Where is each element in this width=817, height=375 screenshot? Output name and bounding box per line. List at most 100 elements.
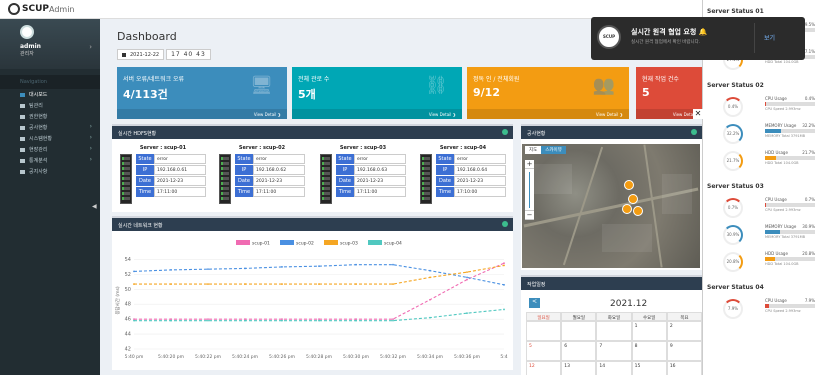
map-marker[interactable] xyxy=(628,194,638,204)
view-detail-link[interactable]: View Detail ❯ xyxy=(467,109,629,119)
refresh-icon[interactable] xyxy=(502,129,508,135)
sidebar-item-8[interactable]: 공지사항 xyxy=(0,166,100,177)
date-field[interactable]: 2021-12-22 xyxy=(117,49,165,60)
refresh-icon[interactable] xyxy=(502,221,508,227)
satellite-map[interactable] xyxy=(522,144,700,268)
legend-label[interactable]: scup-03 xyxy=(340,241,358,247)
map-marker[interactable] xyxy=(624,180,634,190)
data-point xyxy=(355,283,357,285)
calendar-day[interactable]: 2 xyxy=(666,321,703,341)
data-point xyxy=(133,319,135,322)
server-date-value: 2021-12-23 xyxy=(154,176,206,186)
legend-swatch[interactable] xyxy=(236,240,250,245)
server-key-state: State xyxy=(436,154,454,164)
calendar-day[interactable] xyxy=(526,321,562,341)
server-date-value: 2021-12-23 xyxy=(354,176,406,186)
server-key-time: Time xyxy=(436,187,454,197)
server-status-title: Server Status 03 xyxy=(707,183,764,190)
sidebar-toggle-icon[interactable]: ◀ xyxy=(92,203,97,210)
y-axis-label: 응답시간 (ms) xyxy=(114,286,121,314)
refresh-icon[interactable] xyxy=(691,129,697,135)
data-point xyxy=(466,276,468,279)
usage-gauge: 30.9% xyxy=(723,225,743,245)
app-logo[interactable]: SCUP Admin xyxy=(8,3,75,15)
sidebar-item-2[interactable]: 팀관리 xyxy=(0,100,100,111)
data-point xyxy=(244,267,246,270)
close-icon[interactable]: ✕ xyxy=(693,109,703,119)
legend-label[interactable]: scup-04 xyxy=(384,241,402,247)
server-status-title: Server Status 04 xyxy=(707,284,764,291)
sidebar-item-6[interactable]: 현장관리 › xyxy=(0,144,100,155)
calendar-day[interactable]: 1 xyxy=(631,321,667,341)
view-detail-link[interactable]: View Detail ❯ xyxy=(117,109,287,119)
sidebar-item-4[interactable]: 공사현황 › xyxy=(0,122,100,133)
sidebar-item-5[interactable]: 시스템현황 › xyxy=(0,133,100,144)
data-point xyxy=(133,283,135,285)
usage-sub: MEMORY Total 3791MB xyxy=(765,134,806,138)
stat-value: 5개 xyxy=(298,88,316,101)
stat-card-1: 서버 오류/네트워크 오류 4/113건 🖥 View Detail ❯ xyxy=(117,67,287,119)
usage-bar xyxy=(765,230,815,234)
calendar-day[interactable]: 15 xyxy=(631,361,667,375)
usage-gauge: 32.2% xyxy=(723,124,743,144)
calendar-day[interactable]: 13 xyxy=(561,361,597,375)
server-name: Server : scup-04 xyxy=(439,145,487,151)
map-marker[interactable] xyxy=(633,206,643,216)
usage-sub: HDD Total 104.0GB xyxy=(765,262,799,266)
stat-label: 전체 관로 수 xyxy=(298,76,330,83)
server-ip-value: 192.168.0.64 xyxy=(454,165,506,175)
sidebar-item-1[interactable]: 대시보드 xyxy=(0,89,100,100)
y-tick-label: 52 xyxy=(125,272,131,278)
calendar-day[interactable]: 6 xyxy=(561,341,597,361)
calendar-day[interactable]: 7 xyxy=(596,341,632,361)
server-status-title: Server Status 01 xyxy=(707,8,764,15)
server-time-value: 17:11:00 xyxy=(253,187,305,197)
calendar-day[interactable] xyxy=(596,321,632,341)
calendar-prev-button[interactable]: < xyxy=(529,298,540,308)
map-type-map-button[interactable]: 지도 xyxy=(525,146,542,154)
server-key-state: State xyxy=(336,154,354,164)
chevron-right-icon: › xyxy=(89,123,92,130)
menu-item-icon xyxy=(20,103,25,108)
user-panel[interactable]: admin 관리자 › xyxy=(0,19,100,69)
usage-gauge: 20.8% xyxy=(723,252,743,272)
sidebar-item-3[interactable]: 권한현황 xyxy=(0,111,100,122)
clock-display: 17 40 43 xyxy=(166,49,211,60)
menu-item-icon xyxy=(20,136,25,141)
bell-icon: 🔔 xyxy=(698,28,708,36)
zoom-in-button[interactable]: + xyxy=(525,160,534,169)
zoom-out-button[interactable]: − xyxy=(525,211,534,220)
view-button[interactable]: 보기 xyxy=(764,33,775,42)
view-detail-link[interactable]: View Detail ❯ xyxy=(292,109,462,119)
x-tick-label: 5:40:34 pm xyxy=(417,354,443,360)
stat-card-3: 정독 인 / 전체회원 9/12 👥 View Detail ❯ xyxy=(467,67,629,119)
calendar-day[interactable] xyxy=(561,321,597,341)
legend-swatch[interactable] xyxy=(324,240,338,245)
data-point xyxy=(207,319,209,322)
calendar-day[interactable]: 14 xyxy=(596,361,632,375)
map-type-sky-button[interactable]: 스카이뷰 xyxy=(541,146,566,154)
sidebar-item-7[interactable]: 통계분석 › xyxy=(0,155,100,166)
usage-label: CPU Usage 0.7% xyxy=(765,197,815,202)
calendar-day[interactable]: 5 xyxy=(526,341,562,361)
legend-swatch[interactable] xyxy=(280,240,294,245)
data-point xyxy=(392,263,394,266)
divider xyxy=(754,23,755,53)
nav-header: Navigation xyxy=(0,75,100,89)
server-key-date: Date xyxy=(136,176,154,186)
stat-label: 현재 작업 건수 xyxy=(642,76,679,83)
legend-label[interactable]: scup-01 xyxy=(252,241,270,247)
map-marker[interactable] xyxy=(622,204,632,214)
legend-swatch[interactable] xyxy=(368,240,382,245)
network-line-chart: 42 44 46 48 50 52 54 5:40 pm 5:40:20 pm 5:40:22 p… xyxy=(114,240,508,360)
legend-label[interactable]: scup-02 xyxy=(296,241,314,247)
calendar-day[interactable]: 12 xyxy=(526,361,562,375)
x-tick-label: 5:40:32 pm xyxy=(380,354,406,360)
calendar-day[interactable]: 8 xyxy=(631,341,667,361)
sidebar: admin 관리자 › Navigation 대시보드 팀관리 권한현황공사현황 › 시… xyxy=(0,19,100,375)
server-state-value: error xyxy=(454,154,506,164)
sidebar-item-label: 공사현황 xyxy=(29,125,48,131)
calendar-day[interactable]: 16 xyxy=(666,361,703,375)
calendar-day[interactable]: 9 xyxy=(666,341,703,361)
server-key-ip: IP xyxy=(436,165,454,175)
